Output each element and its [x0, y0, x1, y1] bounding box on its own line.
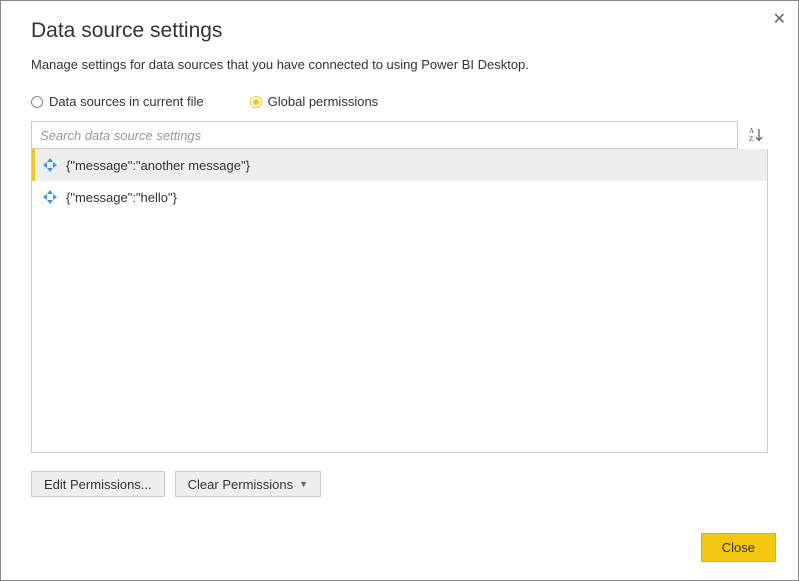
data-source-icon — [42, 157, 58, 173]
edit-permissions-button[interactable]: Edit Permissions... — [31, 471, 165, 497]
radio-current-file[interactable]: Data sources in current file — [31, 94, 204, 109]
search-input[interactable] — [31, 121, 738, 149]
radio-label: Global permissions — [268, 94, 379, 109]
close-icon[interactable]: ✕ — [773, 9, 786, 29]
radio-global-permissions[interactable]: Global permissions — [250, 94, 379, 109]
list-item-label: {"message":"another message"} — [66, 158, 250, 173]
list-item[interactable]: {"message":"hello"} — [32, 181, 767, 213]
list-item[interactable]: {"message":"another message"} — [32, 149, 767, 181]
clear-permissions-button[interactable]: Clear Permissions ▼ — [175, 471, 321, 497]
list-item-label: {"message":"hello"} — [66, 190, 177, 205]
radio-label: Data sources in current file — [49, 94, 204, 109]
radio-icon — [31, 96, 43, 108]
page-title: Data source settings — [31, 19, 768, 43]
sort-az-icon: A Z — [748, 126, 764, 144]
close-button[interactable]: Close — [701, 533, 776, 562]
button-label: Edit Permissions... — [44, 477, 152, 492]
data-source-settings-dialog: ✕ Data source settings Manage settings f… — [0, 0, 799, 581]
footer-actions: Edit Permissions... Clear Permissions ▼ — [31, 471, 768, 497]
button-label: Clear Permissions — [188, 477, 293, 492]
svg-text:Z: Z — [749, 135, 753, 143]
data-source-icon — [42, 189, 58, 205]
page-subtitle: Manage settings for data sources that yo… — [31, 57, 768, 72]
svg-text:A: A — [749, 127, 754, 135]
scope-radio-group: Data sources in current file Global perm… — [31, 94, 768, 109]
sort-button[interactable]: A Z — [744, 121, 768, 149]
chevron-down-icon: ▼ — [299, 479, 308, 489]
data-source-list: {"message":"another message"} {"message"… — [31, 149, 768, 453]
radio-icon — [250, 96, 262, 108]
